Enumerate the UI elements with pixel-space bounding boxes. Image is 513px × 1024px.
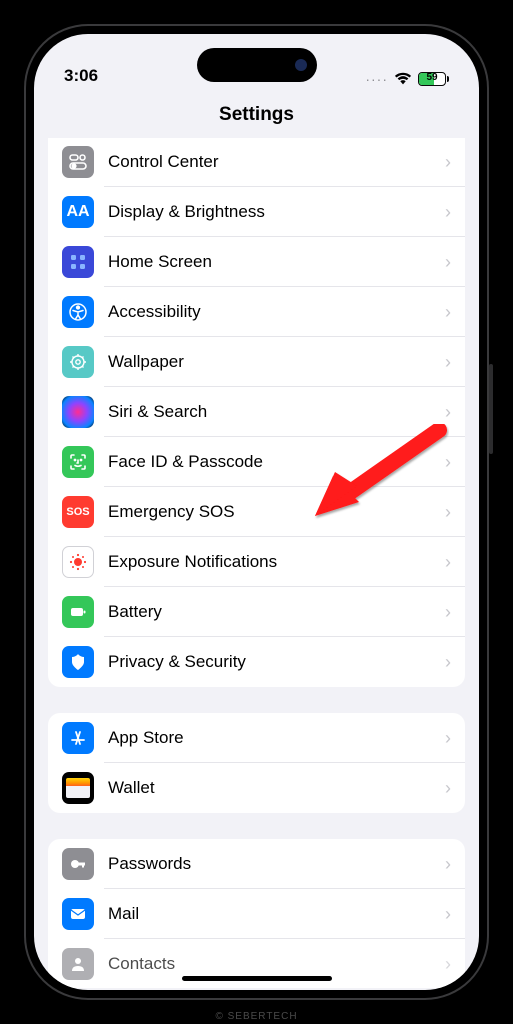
row-privacy-security[interactable]: Privacy & Security › [48, 637, 465, 687]
chevron-right-icon: › [445, 652, 451, 673]
chevron-right-icon: › [445, 252, 451, 273]
chevron-right-icon: › [445, 452, 451, 473]
row-label: Exposure Notifications [108, 552, 445, 572]
row-mail[interactable]: Mail › [48, 889, 465, 939]
row-app-store[interactable]: App Store › [48, 713, 465, 763]
row-battery[interactable]: Battery › [48, 587, 465, 637]
row-wallpaper[interactable]: Wallpaper › [48, 337, 465, 387]
row-label: Passwords [108, 854, 445, 874]
status-time: 3:06 [64, 66, 98, 86]
passwords-icon [62, 848, 94, 880]
chevron-right-icon: › [445, 954, 451, 975]
row-label: Siri & Search [108, 402, 445, 422]
faceid-icon [62, 446, 94, 478]
row-label: Home Screen [108, 252, 445, 272]
phone-frame: 3:06 ···· 59 Settings [24, 24, 489, 1000]
sos-icon: SOS [62, 496, 94, 528]
row-label: Battery [108, 602, 445, 622]
row-label: Contacts [108, 954, 445, 974]
chevron-right-icon: › [445, 904, 451, 925]
row-label: Control Center [108, 152, 445, 172]
row-control-center[interactable]: Control Center › [48, 138, 465, 187]
battery-settings-icon [62, 596, 94, 628]
row-label: Wallet [108, 778, 445, 798]
settings-list[interactable]: Control Center › AA Display & Brightness… [34, 138, 479, 988]
mail-icon [62, 898, 94, 930]
chevron-right-icon: › [445, 778, 451, 799]
cellular-dots-icon: ···· [365, 72, 388, 86]
row-wallet[interactable]: Wallet › [48, 763, 465, 813]
row-faceid-passcode[interactable]: Face ID & Passcode › [48, 437, 465, 487]
chevron-right-icon: › [445, 854, 451, 875]
row-emergency-sos[interactable]: SOS Emergency SOS › [48, 487, 465, 537]
home-indicator[interactable] [182, 976, 332, 981]
side-button [489, 364, 493, 454]
battery-icon: 59 [418, 72, 449, 86]
row-accessibility[interactable]: Accessibility › [48, 287, 465, 337]
status-right: ···· 59 [365, 72, 449, 86]
contacts-icon [62, 948, 94, 980]
chevron-right-icon: › [445, 302, 451, 323]
display-icon: AA [62, 196, 94, 228]
row-label: Display & Brightness [108, 202, 445, 222]
row-display-brightness[interactable]: AA Display & Brightness › [48, 187, 465, 237]
row-label: Face ID & Passcode [108, 452, 445, 472]
settings-group-3: Passwords › Mail › Contacts › [48, 839, 465, 988]
row-label: Mail [108, 904, 445, 924]
chevron-right-icon: › [445, 352, 451, 373]
chevron-right-icon: › [445, 502, 451, 523]
chevron-right-icon: › [445, 728, 451, 749]
chevron-right-icon: › [445, 152, 451, 173]
wallet-icon [62, 772, 94, 804]
row-home-screen[interactable]: Home Screen › [48, 237, 465, 287]
chevron-right-icon: › [445, 602, 451, 623]
privacy-icon [62, 646, 94, 678]
dynamic-island [197, 48, 317, 82]
appstore-icon [62, 722, 94, 754]
watermark: © SEBERTECH [0, 1011, 513, 1022]
chevron-right-icon: › [445, 552, 451, 573]
row-siri-search[interactable]: Siri & Search › [48, 387, 465, 437]
row-label: Wallpaper [108, 352, 445, 372]
row-exposure-notifications[interactable]: Exposure Notifications › [48, 537, 465, 587]
wifi-icon [394, 72, 412, 86]
exposure-icon [62, 546, 94, 578]
wallpaper-icon [62, 346, 94, 378]
settings-group-1: Control Center › AA Display & Brightness… [48, 138, 465, 687]
settings-group-2: App Store › Wallet › [48, 713, 465, 813]
chevron-right-icon: › [445, 202, 451, 223]
row-label: Emergency SOS [108, 502, 445, 522]
page-title: Settings [34, 90, 479, 138]
home-screen-icon [62, 246, 94, 278]
siri-icon [62, 396, 94, 428]
control-center-icon [62, 146, 94, 178]
row-label: Privacy & Security [108, 652, 445, 672]
row-label: Accessibility [108, 302, 445, 322]
row-label: App Store [108, 728, 445, 748]
chevron-right-icon: › [445, 402, 451, 423]
row-passwords[interactable]: Passwords › [48, 839, 465, 889]
screen: 3:06 ···· 59 Settings [34, 34, 479, 990]
accessibility-icon [62, 296, 94, 328]
